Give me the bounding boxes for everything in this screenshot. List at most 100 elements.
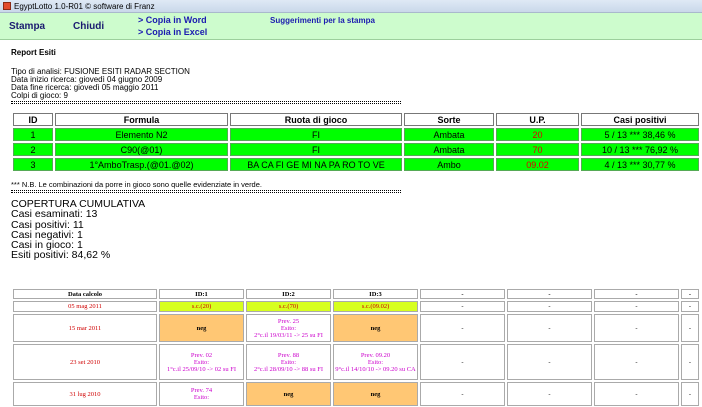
header-id: ID xyxy=(13,113,53,126)
esito-detail: 9°c.il 14/10/10 -> 09.20 su CA xyxy=(335,365,416,373)
chiudi-button[interactable]: Chiudi xyxy=(73,21,104,32)
app-icon xyxy=(3,2,11,10)
cell-ruota: BA CA FI GE MI NA PA RO TO VE xyxy=(230,158,402,171)
cell-neg: neg xyxy=(333,314,418,342)
cell-date: 23 set 2010 xyxy=(13,344,157,380)
window-title: EgyptLotto 1.0-R01 © software di Franz xyxy=(14,1,155,11)
cell-dash: - xyxy=(594,344,679,380)
copia-excel-link[interactable]: > Copia in Excel xyxy=(138,27,207,37)
cell-prevision: Prev. 74 Esito: xyxy=(159,382,244,406)
copertura-block: COPERTURA CUMULATIVA Casi esaminati: 13 … xyxy=(11,199,145,261)
table-row: 23 set 2010 Prev. 02 Esito: 1°c.il 25/09… xyxy=(13,344,699,380)
esito-label: Esito: xyxy=(193,394,210,401)
cell-dash: - xyxy=(420,314,505,342)
stampa-button[interactable]: Stampa xyxy=(9,21,45,32)
cell-dash: - xyxy=(681,382,699,406)
cell-dash: - xyxy=(507,344,592,380)
esito-label: Esito: xyxy=(280,324,297,332)
esito-label: Esito: xyxy=(280,358,297,366)
cell-formula: Elemento N2 xyxy=(55,128,228,141)
cell-formula: C90(@01) xyxy=(55,143,228,156)
report-area: Report Esiti Tipo di analisi: FUSIONE ES… xyxy=(0,41,702,407)
cell-sorte: Ambo xyxy=(404,158,494,171)
header-id3: ID:3 xyxy=(333,289,418,299)
esito-detail: 2°c.il 28/09/10 -> 88 su FI xyxy=(253,365,324,373)
table-row: 3 1°AmboTrasp.(@01.@02) BA CA FI GE MI N… xyxy=(13,158,699,171)
header-ruota: Ruota di gioco xyxy=(230,113,402,126)
storico-header-row: Data calcolo ID:1 ID:2 ID:3 - - - - xyxy=(13,289,699,299)
cell-casi: 5 / 13 *** 38,46 % xyxy=(581,128,699,141)
cell-value: s.c.(20) xyxy=(159,301,244,312)
prev-label: Prev. 74 xyxy=(190,387,213,394)
cell-date: 31 lug 2010 xyxy=(13,382,157,406)
header-up: U.P. xyxy=(496,113,579,126)
table-row: 05 mag 2011 s.c.(20) s.c.(70) s.c.(09.02… xyxy=(13,301,699,312)
cell-id: 3 xyxy=(13,158,53,171)
cell-dash: - xyxy=(507,382,592,406)
title-bar: EgyptLotto 1.0-R01 © software di Franz xyxy=(0,0,702,13)
header-dash: - xyxy=(420,289,505,299)
header-dash: - xyxy=(594,289,679,299)
header-dash: - xyxy=(507,289,592,299)
cell-neg: neg xyxy=(159,314,244,342)
colpi-gioco: Colpi di gioco: 9 xyxy=(11,91,68,100)
separator xyxy=(11,190,401,193)
cell-dash: - xyxy=(594,314,679,342)
cell-prevision: Prev. 09.20 Esito: 9°c.il 14/10/10 -> 09… xyxy=(333,344,418,380)
cell-dash: - xyxy=(681,344,699,380)
cell-ruota: FI xyxy=(230,128,402,141)
cell-dash: - xyxy=(681,314,699,342)
cell-dash: - xyxy=(420,344,505,380)
table-row: 1 Elemento N2 FI Ambata 20 5 / 13 *** 38… xyxy=(13,128,699,141)
cell-ruota: FI xyxy=(230,143,402,156)
prev-label: Prev. 09.20 xyxy=(360,351,391,359)
prev-label: Prev. 88 xyxy=(277,351,300,359)
cell-dash: - xyxy=(594,301,679,312)
cell-formula: 1°AmboTrasp.(@01.@02) xyxy=(55,158,228,171)
suggerimenti-link[interactable]: Suggerimenti per la stampa xyxy=(270,16,375,25)
table-row: 2 C90(@01) FI Ambata 70 10 / 13 *** 76,9… xyxy=(13,143,699,156)
cell-up: 20 xyxy=(496,128,579,141)
formule-table: ID Formula Ruota di gioco Sorte U.P. Cas… xyxy=(11,111,701,173)
cell-casi: 10 / 13 *** 76,92 % xyxy=(581,143,699,156)
esiti-positivi: Esiti positivi: 84,62 % xyxy=(11,249,111,262)
prev-label: Prev. 02 xyxy=(190,351,213,359)
cell-neg: neg xyxy=(333,382,418,406)
header-data-calcolo: Data calcolo xyxy=(13,289,157,299)
separator xyxy=(11,101,401,104)
header-id1: ID:1 xyxy=(159,289,244,299)
header-id2: ID:2 xyxy=(246,289,331,299)
prev-label: Prev. 25 xyxy=(277,317,300,325)
cell-date: 15 mar 2011 xyxy=(13,314,157,342)
formule-header-row: ID Formula Ruota di gioco Sorte U.P. Cas… xyxy=(13,113,699,126)
header-sorte: Sorte xyxy=(404,113,494,126)
cell-dash: - xyxy=(507,301,592,312)
header-casi: Casi positivi xyxy=(581,113,699,126)
cell-date: 05 mag 2011 xyxy=(13,301,157,312)
cell-value: s.c.(70) xyxy=(246,301,331,312)
cell-prevision: Prev. 88 Esito: 2°c.il 28/09/10 -> 88 su… xyxy=(246,344,331,380)
esito-detail: 1°c.il 25/09/10 -> 02 su FI xyxy=(166,365,237,373)
cell-dash: - xyxy=(594,382,679,406)
esito-detail: 2°c.il 19/03/11 -> 25 su FI xyxy=(254,331,323,339)
cell-dash: - xyxy=(420,301,505,312)
header-formula: Formula xyxy=(55,113,228,126)
cell-dash: - xyxy=(420,382,505,406)
cell-id: 1 xyxy=(13,128,53,141)
cell-neg: neg xyxy=(246,382,331,406)
cell-casi: 4 / 13 *** 30,77 % xyxy=(581,158,699,171)
cell-id: 2 xyxy=(13,143,53,156)
note-text: *** N.B. Le combinazioni da porre in gio… xyxy=(11,180,262,189)
table-row: 15 mar 2011 neg Prev. 25 Esito: 2°c.il 1… xyxy=(13,314,699,342)
cell-prevision: Prev. 25 Esito: 2°c.il 19/03/11 -> 25 su… xyxy=(246,314,331,342)
cell-value: s.c.(09.02) xyxy=(333,301,418,312)
cell-sorte: Ambata xyxy=(404,143,494,156)
cell-dash: - xyxy=(681,301,699,312)
cell-dash: - xyxy=(507,314,592,342)
storico-table: Data calcolo ID:1 ID:2 ID:3 - - - - 05 m… xyxy=(11,287,701,407)
toolbar: Stampa Chiudi > Copia in Word > Copia in… xyxy=(0,13,702,40)
copia-word-link[interactable]: > Copia in Word xyxy=(138,15,207,25)
esito-label: Esito: xyxy=(367,358,384,366)
esito-label: Esito: xyxy=(193,358,210,366)
report-title: Report Esiti xyxy=(11,48,56,57)
